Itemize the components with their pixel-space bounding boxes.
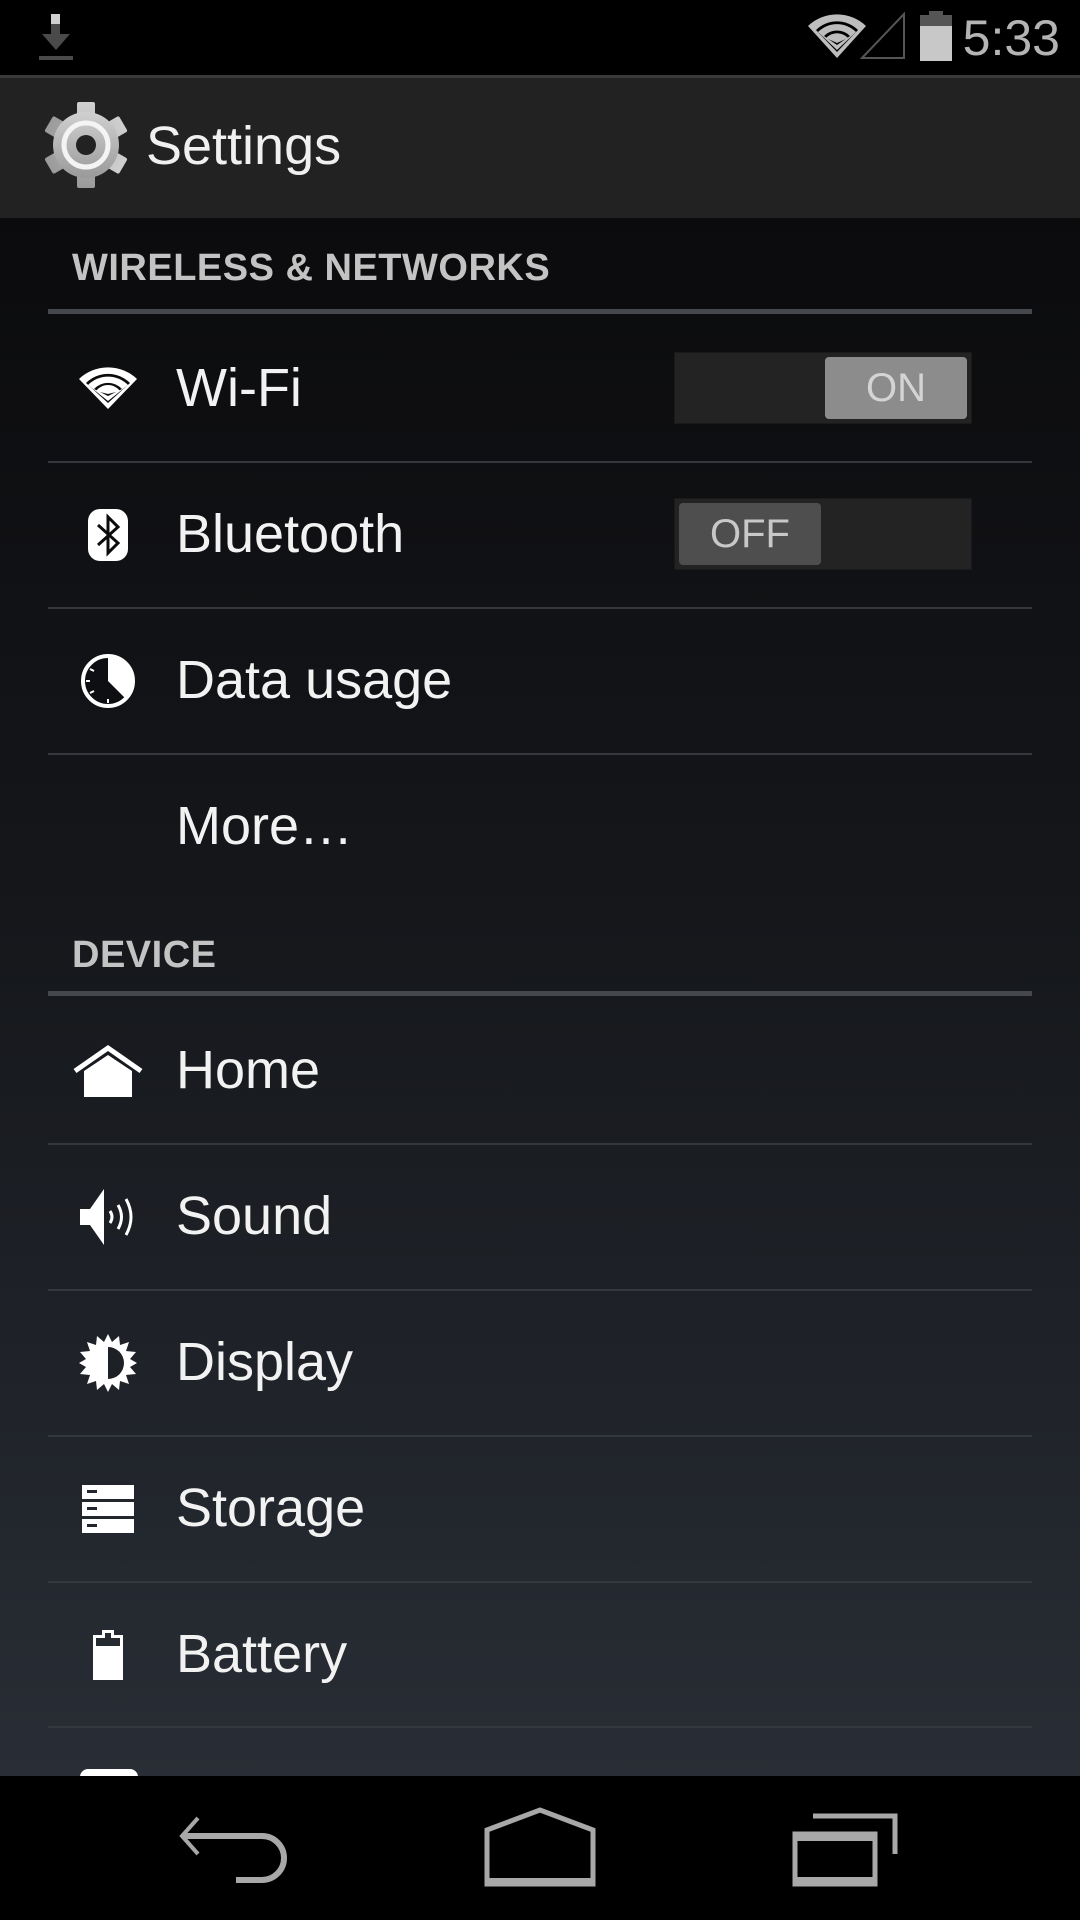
section-divider: [48, 309, 1032, 314]
gear-icon[interactable]: [41, 100, 131, 190]
settings-item-battery[interactable]: Battery: [0, 1582, 1080, 1728]
settings-item-bluetooth[interactable]: Bluetooth OFF: [0, 462, 1080, 608]
toggle-thumb: ON: [825, 357, 967, 419]
settings-item-storage[interactable]: Storage: [0, 1436, 1080, 1582]
data-usage-icon: [72, 651, 144, 711]
settings-item-home[interactable]: Home: [0, 998, 1080, 1144]
wifi-signal-icon: [808, 14, 866, 59]
back-icon[interactable]: [170, 1806, 310, 1890]
settings-item-label: Wi-Fi: [176, 358, 302, 418]
settings-item-partial[interactable]: [0, 1727, 1080, 1776]
bluetooth-icon: [72, 505, 144, 565]
settings-list: WIRELESS & NETWORKS Wi-Fi ON Bluetooth O…: [0, 218, 1080, 1776]
settings-item-wifi[interactable]: Wi-Fi ON: [0, 316, 1080, 462]
section-divider: [48, 991, 1032, 996]
sound-icon: [72, 1187, 144, 1247]
settings-item-label: Home: [176, 1040, 321, 1100]
status-bar: 5:33: [0, 0, 1080, 75]
settings-item-label: More…: [176, 796, 354, 856]
settings-item-sound[interactable]: Sound: [0, 1144, 1080, 1290]
settings-item-label: Bluetooth: [176, 504, 405, 564]
home-icon: [72, 1041, 144, 1101]
navigation-bar: [0, 1776, 1080, 1920]
bluetooth-toggle[interactable]: OFF: [674, 498, 972, 570]
cell-signal-icon: [860, 12, 905, 59]
settings-item-data-usage[interactable]: Data usage: [0, 608, 1080, 754]
wifi-icon: [72, 359, 144, 419]
download-icon: [39, 14, 73, 60]
settings-item-label: Battery: [176, 1624, 348, 1684]
home-icon[interactable]: [470, 1806, 610, 1890]
clock: 5:33: [962, 10, 1060, 66]
wifi-toggle[interactable]: ON: [674, 352, 972, 424]
section-header-device: DEVICE: [72, 934, 217, 976]
battery-icon: [72, 1625, 144, 1685]
action-bar: Settings: [0, 78, 1080, 218]
recent-apps-icon[interactable]: [775, 1806, 915, 1890]
apps-icon: [80, 1769, 138, 1776]
battery-icon: [920, 11, 952, 61]
section-header-wireless: WIRELESS & NETWORKS: [72, 247, 551, 289]
settings-item-label: Display: [176, 1332, 354, 1392]
page-title: Settings: [146, 116, 342, 176]
settings-item-label: Sound: [176, 1186, 333, 1246]
display-icon: [72, 1333, 144, 1393]
settings-item-label: Storage: [176, 1478, 366, 1538]
settings-item-display[interactable]: Display: [0, 1290, 1080, 1436]
settings-item-label: Data usage: [176, 650, 453, 710]
settings-item-more[interactable]: More…: [0, 754, 1080, 900]
toggle-thumb: OFF: [679, 503, 821, 565]
storage-icon: [72, 1479, 144, 1539]
